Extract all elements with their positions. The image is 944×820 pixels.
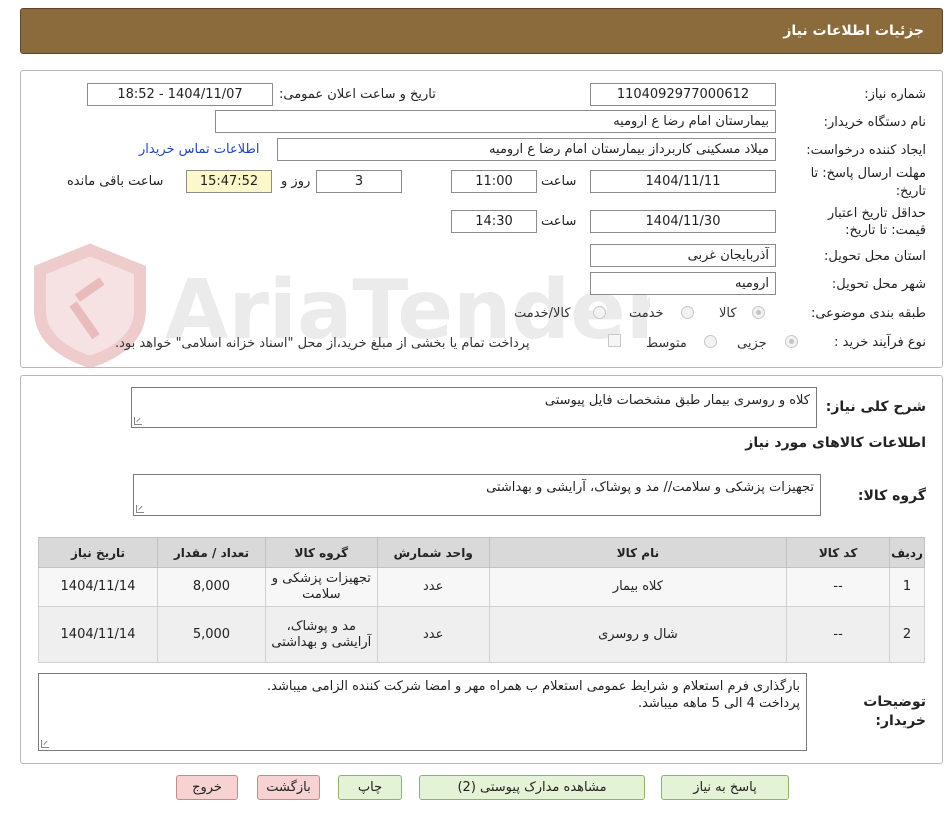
treasury-note: پرداخت تمام یا بخشی از مبلغ خرید،از محل … — [115, 336, 530, 351]
validity-label: حداقل تاریخ اعتبار — [827, 206, 926, 221]
cell-unit: عدد — [376, 567, 490, 607]
validity-time-field: 14:30 — [451, 210, 537, 233]
deadline-time-field: 11:00 — [451, 170, 537, 193]
deadline-date-field: 1404/11/11 — [590, 170, 776, 193]
category-radio-goods[interactable] — [752, 306, 765, 319]
buyer-notes-textarea[interactable]: بارگذاری فرم استعلام و شرایط عمومی استعل… — [38, 673, 807, 751]
goods-group-textarea[interactable]: تجهیزات پزشکی و سلامت// مد و پوشاک، آرای… — [133, 474, 821, 516]
buyer-notes-line-1: بارگذاری فرم استعلام و شرایط عمومی استعل… — [267, 679, 800, 694]
buyer-org-field: بیمارستان امام رضا ع ارومیه — [215, 110, 776, 133]
days-field: 3 — [316, 170, 402, 193]
items-table: ردیف کد کالا نام کالا واحد شمارش گروه کا… — [38, 537, 925, 663]
category-option-goods-service: کالا/خدمت — [514, 306, 571, 321]
table-row: 1 -- کلاه بیمار عدد تجهیزات پزشکی و سلام… — [38, 567, 925, 607]
announce-label: تاریخ و ساعت اعلان عمومی: — [279, 87, 436, 102]
col-item-code: کد کالا — [786, 537, 891, 568]
cell-quantity: 5,000 — [157, 606, 266, 663]
requester-label: ایجاد کننده درخواست: — [806, 143, 926, 158]
buyer-notes-label-2: خریدار: — [875, 713, 926, 729]
category-option-service: خدمت — [629, 306, 664, 321]
buyer-notes-line-2: پرداخت 4 الی 5 ماهه میباشد. — [637, 696, 800, 711]
deadline-time-label: ساعت — [541, 174, 577, 189]
col-quantity: تعداد / مقدار — [157, 537, 266, 568]
table-row: 2 -- شال و روسری عدد مد و پوشاک، آرایشی … — [38, 606, 925, 663]
summary-textarea[interactable]: کلاه و روسری بیمار طبق مشخصات فایل پیوست… — [131, 387, 817, 428]
cell-item-group: مد و پوشاک، آرایشی و بهداشتی — [264, 606, 378, 663]
summary-text: کلاه و روسری بیمار طبق مشخصات فایل پیوست… — [544, 393, 810, 408]
goods-info-title: اطلاعات کالاهای مورد نیاز — [745, 435, 926, 451]
goods-group-text: تجهیزات پزشکی و سلامت// مد و پوشاک، آرای… — [486, 480, 814, 495]
buyer-notes-label: توضیحات — [863, 694, 926, 710]
category-option-goods: کالا — [719, 306, 737, 321]
validity-date-field: 1404/11/30 — [590, 210, 776, 233]
cell-item-group: تجهیزات پزشکی و سلامت — [264, 567, 378, 607]
col-unit: واحد شمارش — [376, 537, 490, 568]
page-header: جزئیات اطلاعات نیاز — [20, 8, 943, 54]
validity-label-2: قیمت: تا تاریخ: — [845, 223, 926, 238]
buyer-contact-link[interactable]: اطلاعات تماس خریدار — [139, 142, 259, 157]
city-field: ارومیه — [590, 272, 776, 295]
cell-quantity: 8,000 — [157, 567, 266, 607]
process-option-minor: جزیی — [737, 336, 767, 351]
reply-button[interactable]: پاسخ به نیاز — [661, 775, 789, 800]
resize-handle-icon[interactable] — [134, 417, 142, 425]
col-need-date: تاریخ نیاز — [38, 537, 158, 568]
back-button[interactable]: بازگشت — [257, 775, 320, 800]
col-item-name: نام کالا — [488, 537, 788, 568]
view-attachments-button[interactable]: مشاهده مدارک پیوستی (2) — [419, 775, 645, 800]
process-radio-minor[interactable] — [785, 335, 798, 348]
page-title: جزئیات اطلاعات نیاز — [783, 23, 924, 39]
col-item-group: گروه کالا — [264, 537, 378, 568]
cell-need-date: 1404/11/14 — [38, 567, 158, 607]
category-radio-goods-service[interactable] — [593, 306, 606, 319]
process-option-medium: متوسط — [646, 336, 687, 351]
days-label: روز و — [281, 174, 311, 189]
cell-row-number: 2 — [889, 606, 925, 663]
cell-row-number: 1 — [889, 567, 925, 607]
remaining-time-field: 15:47:52 — [186, 170, 272, 193]
table-header-row: ردیف کد کالا نام کالا واحد شمارش گروه کا… — [38, 537, 925, 568]
cell-item-code: -- — [786, 567, 891, 607]
cell-item-name: کلاه بیمار — [488, 567, 788, 607]
province-label: استان محل تحویل: — [824, 249, 926, 264]
need-number-field: 1104092977000612 — [590, 83, 776, 106]
deadline-label-2: تاریخ: — [895, 184, 926, 199]
resize-handle-icon[interactable] — [41, 740, 49, 748]
requester-field: میلاد مسکینی کاربرداز بیمارستان امام رضا… — [277, 138, 776, 161]
province-field: آذربایجان غربی — [590, 244, 776, 267]
print-button[interactable]: چاپ — [338, 775, 402, 800]
category-radio-service[interactable] — [681, 306, 694, 319]
col-row-number: ردیف — [889, 537, 925, 568]
exit-button[interactable]: خروج — [176, 775, 238, 800]
summary-label: شرح کلی نیاز: — [825, 399, 926, 415]
cell-item-code: -- — [786, 606, 891, 663]
resize-handle-icon[interactable] — [136, 505, 144, 513]
category-label: طبقه بندی موضوعی: — [810, 306, 926, 321]
city-label: شهر محل تحویل: — [831, 277, 926, 292]
announce-field: 1404/11/07 - 18:52 — [87, 83, 273, 106]
deadline-label: مهلت ارسال پاسخ: تا — [810, 166, 926, 181]
cell-item-name: شال و روسری — [488, 606, 788, 663]
validity-time-label: ساعت — [541, 214, 577, 229]
cell-need-date: 1404/11/14 — [38, 606, 158, 663]
treasury-checkbox[interactable] — [608, 334, 621, 347]
goods-group-label: گروه کالا: — [857, 488, 926, 504]
remaining-label: ساعت باقی مانده — [67, 174, 164, 189]
process-label: نوع فرآیند خرید : — [834, 335, 926, 350]
buyer-org-label: نام دستگاه خریدار: — [823, 115, 926, 130]
need-number-label: شماره نیاز: — [864, 87, 926, 102]
process-radio-medium[interactable] — [704, 335, 717, 348]
cell-unit: عدد — [376, 606, 490, 663]
